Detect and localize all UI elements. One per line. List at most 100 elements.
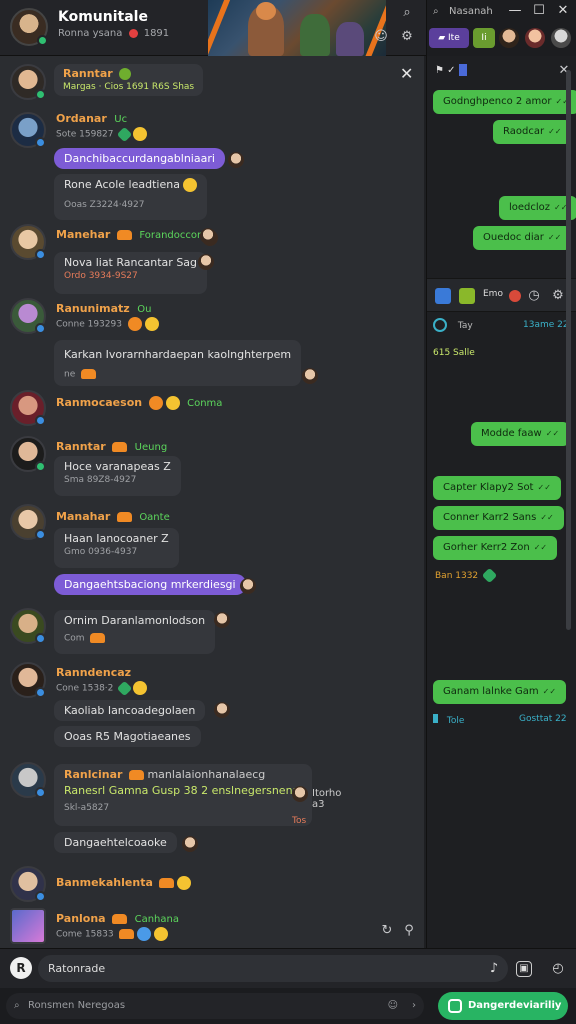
avatar[interactable] [10,112,46,148]
message-bubble[interactable]: Kaoliab Iancoadegolaen [54,700,206,721]
avatar[interactable] [499,28,519,48]
reaction-avatar[interactable] [302,368,318,384]
extra-label: Itorho a3 [312,788,342,810]
message-input[interactable]: Ratonrade [38,955,508,982]
settings-icon[interactable]: ⚙ [398,28,416,46]
reaction-avatar[interactable] [214,702,230,718]
close-icon[interactable]: ✕ [400,64,413,83]
avatar[interactable] [10,298,46,334]
panel-row: 615 Salle [433,348,475,358]
outgoing-bubble[interactable]: Raodcar [493,120,572,144]
timer-icon[interactable]: ◴ [548,959,568,979]
reaction-avatar[interactable] [200,228,216,244]
message-bubble[interactable]: Danchibaccurdangablniaari [54,148,225,169]
message-bubble[interactable]: Ooas R5 Magotiaeanes [54,726,201,747]
record-icon[interactable] [509,290,521,302]
avatar[interactable] [10,608,46,644]
user-tag: Ueung [134,442,168,453]
outgoing-bubble[interactable]: Ganam lalnke Gam [433,680,567,704]
outgoing-bubble[interactable]: Conner Karr2 Sans [433,506,564,530]
avatar[interactable] [10,504,46,540]
outgoing-bubble[interactable]: Modde faaw [471,422,570,446]
online-indicator [35,687,46,698]
mic-icon[interactable]: ♪ [484,959,504,979]
flag-icon[interactable]: ⚑ [435,65,444,76]
clock-icon[interactable]: ◷ [525,287,543,305]
message-meta: ne [64,369,291,380]
message-bubble[interactable]: Karkan Ivorarnhardaepan kaolnghterpem ne [54,340,302,386]
group-avatar[interactable] [10,8,48,46]
message-bubble[interactable]: Ranlcinar manlalaionhanalaecg Ranesrl Ga… [54,764,313,826]
scrollbar[interactable] [566,70,571,630]
sender-name[interactable]: Ranntar [56,440,106,453]
reaction-avatar[interactable] [182,836,198,852]
minimize-button[interactable]: — [507,3,523,18]
sender-name[interactable]: Ranmocaeson [56,396,142,409]
reaction-avatar[interactable] [228,152,244,168]
chevron-right-icon[interactable]: › [412,993,416,1019]
app-icon[interactable] [435,288,451,304]
user-avatar[interactable]: R [10,957,32,979]
pin-icon[interactable]: ⚲ [400,922,418,940]
avatar[interactable] [10,390,46,426]
sender-name[interactable]: Ranunimatz [56,302,130,315]
emoji-icon[interactable]: ☺ [372,28,390,46]
avatar[interactable] [525,28,545,48]
search-input[interactable]: ⌕ Ronsmen Neregoas ☺ › [6,993,424,1019]
message-list[interactable]: ✕ Ranntar Margas · Cios 1691 R6S Shas Or… [0,56,424,948]
badge-icon [116,512,132,522]
refresh-icon[interactable]: ↻ [378,922,396,940]
sender-name[interactable]: Ordanar [56,112,107,125]
message-bubble[interactable]: Ornim Daranlamonlodson Com [54,610,216,654]
avatar[interactable] [10,762,46,798]
primary-action-button[interactable]: Dangerdeviariliy [438,992,568,1020]
online-indicator [35,249,46,260]
message-bubble[interactable]: Nova liat Rancantar Sag Ordo 3934-9S27 [54,252,208,294]
gif-icon[interactable]: ▣ [516,961,532,977]
reaction-avatar[interactable] [198,254,214,270]
emoji-icon[interactable]: ☺ [388,993,398,1019]
avatar[interactable] [10,908,46,944]
sender-name[interactable]: Manahar [56,510,110,523]
outgoing-bubble[interactable]: Ouedoc diar [473,226,572,250]
search-icon[interactable]: ⌕ [398,4,416,22]
outgoing-bubble[interactable]: Godnghpenco 2 amor [433,90,576,114]
sender-name[interactable]: Ranlcinar [64,768,122,781]
avatar[interactable] [10,662,46,698]
outgoing-bubble[interactable]: Capter Klapy2 Sot [433,476,561,500]
reaction-avatar[interactable] [240,578,256,594]
search-icon[interactable]: ⌕ [433,6,439,17]
message-meta: Sote 159827 [56,126,148,142]
tab-label[interactable]: Emo [483,289,503,299]
tab-chip-purple[interactable]: ▰ Ite [429,28,469,48]
maximize-button[interactable]: ☐ [531,3,547,18]
tab-chip-green[interactable]: Ii [473,28,495,48]
settings-icon[interactable]: ⚙ [549,287,567,305]
message-bubble[interactable]: Dangaehtsbaciong mrkerdiesgi [54,574,246,595]
avatar[interactable] [551,28,571,48]
online-indicator [35,461,46,472]
message-bubble[interactable]: Haan Ianocoaner Z Gmo 0936-4937 [54,528,179,568]
check-icon[interactable]: ✓ [447,65,455,76]
avatar[interactable] [10,866,46,902]
message-bubble[interactable]: Hoce varanapeas Z Sma 89Z8-4927 [54,456,181,496]
outgoing-bubble[interactable]: loedcloz [499,196,576,220]
close-button[interactable]: ✕ [555,3,571,18]
app-icon[interactable] [459,288,475,304]
sender-name[interactable]: Manehar [56,228,110,241]
sender-name[interactable]: Panlona [56,912,106,925]
avatar[interactable] [10,64,46,100]
outgoing-bubble[interactable]: Gorher Kerr2 Zon [433,536,558,560]
sender-name[interactable]: Ranntar [63,67,113,80]
message-meta: Com [64,633,205,644]
avatar[interactable] [10,224,46,260]
header-banner-image [208,0,386,56]
reaction-avatar[interactable] [214,612,230,628]
sender-name[interactable]: Ranndencaz [56,666,131,679]
reaction-avatar[interactable] [292,786,308,802]
message-bubble[interactable]: Rone Acole leadtiena Ooas Z3224·4927 [54,174,207,220]
message-bubble[interactable]: Dangaehtelcoaoke [54,832,177,853]
bookmark-icon[interactable] [458,64,467,76]
avatar[interactable] [10,436,46,472]
sender-name[interactable]: Banmekahlenta [56,876,153,889]
